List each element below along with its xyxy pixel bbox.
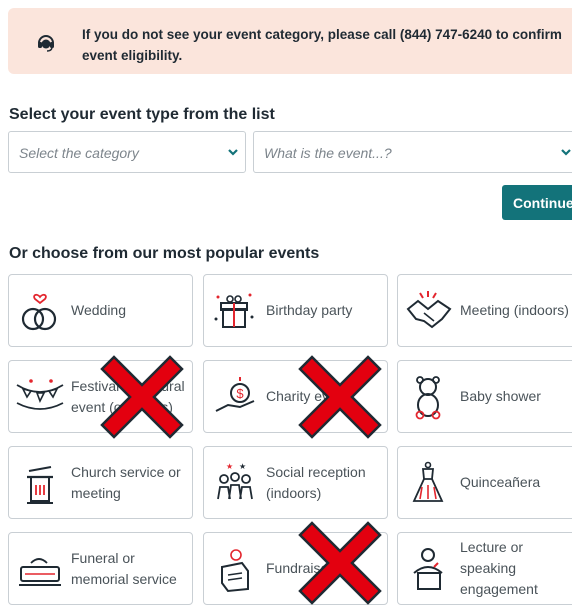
event-card-quinceanera[interactable]: Quinceañera xyxy=(397,446,572,519)
headset-icon xyxy=(38,35,54,52)
donation-box-icon xyxy=(221,549,249,593)
wedding-rings-icon xyxy=(21,293,57,331)
svg-text:$: $ xyxy=(236,386,244,401)
event-placeholder: What is the event...? xyxy=(264,145,392,161)
event-card-funeral[interactable]: Funeral or memorial service xyxy=(8,532,193,605)
event-label: Social reception (indoors) xyxy=(266,463,366,501)
event-card-baby-shower[interactable]: Baby shower xyxy=(397,360,572,433)
popular-heading: Or choose from our most popular events xyxy=(9,245,320,262)
event-card-lecture[interactable]: Lecture or speaking engagement xyxy=(397,532,572,605)
event-input[interactable]: What is the event...? xyxy=(253,131,572,173)
event-label: Wedding xyxy=(71,302,127,318)
handshake-icon xyxy=(406,291,452,329)
charity-hand-icon: $ xyxy=(215,377,255,412)
bunting-icon xyxy=(16,379,64,410)
event-label: Birthday party xyxy=(266,302,353,318)
event-label: Lecture or speaking engagement xyxy=(460,539,538,597)
event-card-birthday[interactable]: Birthday party xyxy=(203,274,388,347)
chevron-down-icon xyxy=(561,149,571,156)
eligibility-notice: If you do not see your event category, p… xyxy=(8,8,572,74)
category-select[interactable]: Select the category xyxy=(8,131,246,173)
podium-speaker-icon xyxy=(413,548,443,590)
gift-icon xyxy=(214,293,254,328)
event-label: Baby shower xyxy=(460,388,541,404)
crossed-out-mark xyxy=(100,355,184,439)
people-party-icon: ★ ★ xyxy=(217,462,253,500)
dress-icon xyxy=(412,461,444,502)
teddy-bear-icon xyxy=(415,376,441,420)
event-label: Meeting (indoors) xyxy=(460,302,569,318)
pulpit-icon xyxy=(27,466,53,504)
event-card-social-reception[interactable]: ★ ★ Social reception (indoors) xyxy=(203,446,388,519)
continue-button[interactable]: Continue xyxy=(502,185,572,220)
svg-text:★: ★ xyxy=(226,462,233,471)
select-heading: Select your event type from the list xyxy=(9,106,275,123)
crossed-out-mark xyxy=(298,355,382,439)
event-label: Quinceañera xyxy=(460,474,541,490)
category-placeholder: Select the category xyxy=(19,145,139,161)
casket-icon xyxy=(19,558,61,586)
event-label: Church service or meeting xyxy=(71,463,181,501)
event-card-wedding[interactable]: Wedding xyxy=(8,274,193,347)
chevron-down-icon xyxy=(228,149,238,156)
svg-text:★: ★ xyxy=(239,462,246,471)
event-card-church[interactable]: Church service or meeting xyxy=(8,446,193,519)
crossed-out-mark xyxy=(298,521,382,605)
event-card-meeting[interactable]: Meeting (indoors) xyxy=(397,274,572,347)
event-label: Funeral or memorial service xyxy=(71,549,177,587)
notice-text: If you do not see your event category, p… xyxy=(82,27,562,63)
